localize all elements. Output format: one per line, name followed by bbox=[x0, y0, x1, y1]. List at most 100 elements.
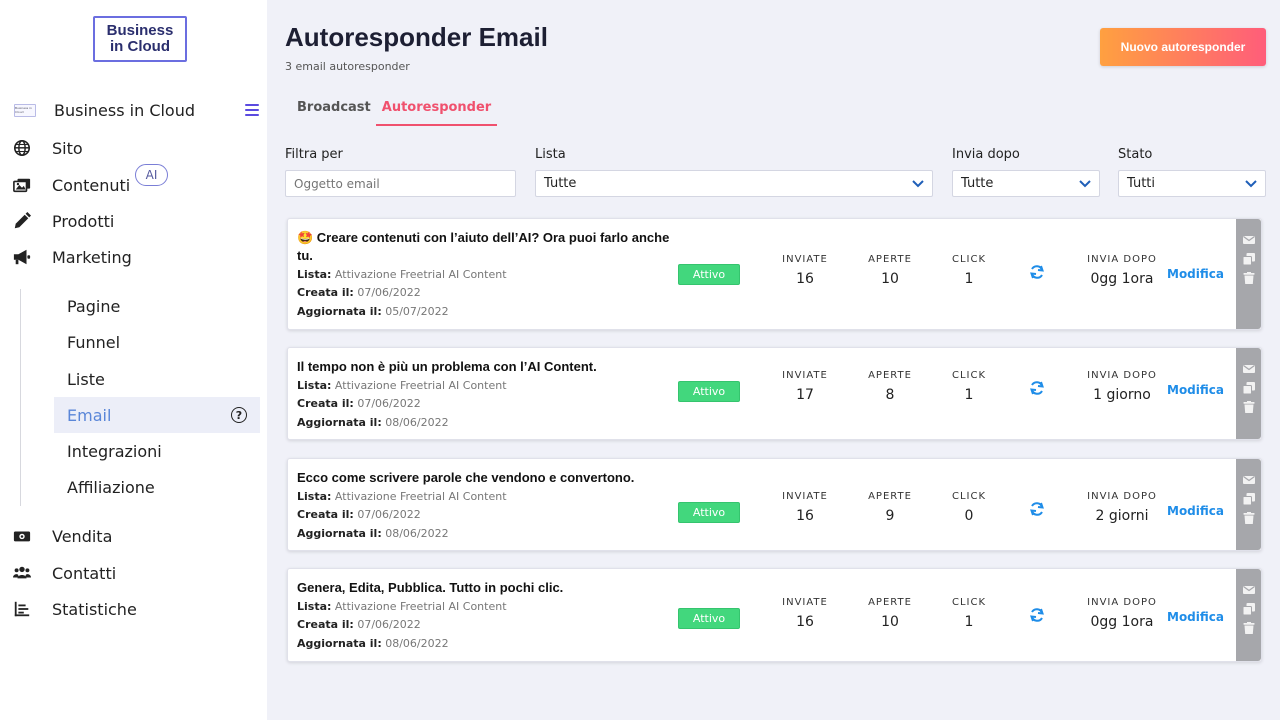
send-after-value: 0gg 1ora bbox=[1090, 271, 1154, 287]
trash-icon[interactable] bbox=[1242, 400, 1255, 413]
status-badge: Attivo bbox=[678, 502, 740, 523]
chevron-down-icon bbox=[1079, 179, 1091, 188]
sidebar-item-vendita[interactable]: Vendita bbox=[12, 522, 262, 550]
send-after-label: INVIA DOPO bbox=[1087, 491, 1157, 502]
sent-stat: INVIATE 16 bbox=[774, 597, 836, 630]
email-created-value: 07/06/2022 bbox=[357, 286, 421, 299]
email-list-row: Lista: Attivazione Freetrial AI Content bbox=[297, 600, 507, 613]
sidebar-item-contatti[interactable]: Contatti bbox=[12, 559, 262, 587]
email-list-value: Attivazione Freetrial AI Content bbox=[334, 379, 507, 392]
trash-icon[interactable] bbox=[1242, 271, 1255, 284]
created-label: Creata il: bbox=[297, 397, 354, 410]
email-created-value: 07/06/2022 bbox=[357, 618, 421, 631]
help-icon[interactable]: ? bbox=[231, 407, 247, 423]
trash-icon[interactable] bbox=[1242, 511, 1255, 524]
email-updated-row: Aggiornata il: 08/06/2022 bbox=[297, 527, 449, 540]
edit-link[interactable]: Modifica bbox=[1167, 504, 1224, 518]
brand-label: Business in Cloud bbox=[54, 100, 196, 120]
edit-link[interactable]: Modifica bbox=[1167, 267, 1224, 281]
sent-label: INVIATE bbox=[782, 370, 828, 381]
new-autoresponder-button[interactable]: Nuovo autoresponder bbox=[1100, 28, 1266, 66]
updated-label: Aggiornata il: bbox=[297, 637, 382, 650]
sidebar-item-marketing[interactable]: Marketing bbox=[12, 243, 262, 271]
tab-autoresponder[interactable]: Autoresponder bbox=[376, 100, 497, 126]
opened-stat: APERTE 9 bbox=[859, 491, 921, 524]
email-list-value: Attivazione Freetrial AI Content bbox=[334, 600, 507, 613]
email-list-value: Attivazione Freetrial AI Content bbox=[334, 268, 507, 281]
chart-icon bbox=[12, 599, 32, 619]
list-filter-label: Lista bbox=[535, 147, 566, 162]
list-label: Lista: bbox=[297, 600, 332, 613]
click-label: CLICK bbox=[951, 254, 987, 265]
sidebar-item-sito[interactable]: Sito bbox=[12, 134, 262, 162]
submenu-item-liste[interactable]: Liste bbox=[54, 361, 260, 397]
updated-label: Aggiornata il: bbox=[297, 305, 382, 318]
pencil-icon bbox=[12, 211, 32, 231]
email-card: Il tempo non è più un problema con l’AI … bbox=[287, 347, 1262, 440]
submenu-divider bbox=[20, 289, 21, 506]
subject-filter-input[interactable] bbox=[285, 170, 516, 197]
click-label: CLICK bbox=[951, 370, 987, 381]
sidebar-item-label: Contenuti bbox=[52, 175, 131, 195]
email-created-row: Creata il: 07/06/2022 bbox=[297, 286, 421, 299]
click-stat: CLICK 1 bbox=[938, 370, 1000, 403]
megaphone-icon bbox=[12, 247, 32, 267]
globe-icon bbox=[12, 138, 32, 158]
hamburger-menu-icon[interactable] bbox=[245, 104, 259, 116]
sidebar-item-statistiche[interactable]: Statistiche bbox=[12, 595, 262, 623]
opened-value: 10 bbox=[881, 271, 899, 287]
send-after-value: 1 giorno bbox=[1093, 387, 1151, 403]
opened-stat: APERTE 8 bbox=[859, 370, 921, 403]
send-after-label: INVIA DOPO bbox=[1087, 597, 1157, 608]
trash-icon[interactable] bbox=[1242, 621, 1255, 634]
email-icon[interactable] bbox=[1242, 583, 1255, 596]
refresh-icon[interactable] bbox=[1029, 607, 1045, 623]
copy-icon[interactable] bbox=[1242, 602, 1255, 615]
submenu-item-affiliazione[interactable]: Affiliazione bbox=[54, 469, 260, 505]
status-select[interactable]: Tutti bbox=[1118, 170, 1266, 197]
send-after-select[interactable]: Tutte bbox=[952, 170, 1100, 197]
sent-value: 16 bbox=[796, 614, 814, 630]
email-icon[interactable] bbox=[1242, 233, 1255, 246]
card-actions bbox=[1236, 459, 1261, 550]
send-after-stat: INVIA DOPO 1 giorno bbox=[1078, 370, 1166, 403]
refresh-icon[interactable] bbox=[1029, 380, 1045, 396]
copy-icon[interactable] bbox=[1242, 252, 1255, 265]
email-title: Genera, Edita, Pubblica. Tutto in pochi … bbox=[297, 580, 564, 595]
copy-icon[interactable] bbox=[1242, 492, 1255, 505]
sent-stat: INVIATE 16 bbox=[774, 491, 836, 524]
brand-row[interactable]: Business in Cloud Business in Cloud bbox=[14, 97, 259, 123]
email-title: 🤩 Creare contenuti con l’aiuto dell’AI? … bbox=[297, 230, 670, 263]
sidebar-item-prodotti[interactable]: Prodotti bbox=[12, 207, 262, 235]
created-label: Creata il: bbox=[297, 508, 354, 521]
click-stat: CLICK 1 bbox=[938, 254, 1000, 287]
email-card: Ecco come scrivere parole che vendono e … bbox=[287, 458, 1262, 551]
opened-value: 8 bbox=[885, 387, 895, 403]
refresh-icon[interactable] bbox=[1029, 264, 1045, 280]
submenu-item-integrazioni[interactable]: Integrazioni bbox=[54, 433, 260, 469]
submenu-item-email[interactable]: Email ? bbox=[54, 397, 260, 433]
email-icon[interactable] bbox=[1242, 362, 1255, 375]
copy-icon[interactable] bbox=[1242, 381, 1255, 394]
users-icon bbox=[12, 563, 32, 583]
list-select[interactable]: Tutte bbox=[535, 170, 933, 197]
tab-broadcast[interactable]: Broadcast bbox=[297, 100, 371, 126]
email-created-row: Creata il: 07/06/2022 bbox=[297, 508, 421, 521]
click-stat: CLICK 0 bbox=[938, 491, 1000, 524]
status-badge: Attivo bbox=[678, 608, 740, 629]
email-icon[interactable] bbox=[1242, 473, 1255, 486]
opened-stat: APERTE 10 bbox=[859, 254, 921, 287]
send-after-select-value: Tutte bbox=[961, 176, 994, 191]
submenu-item-funnel[interactable]: Funnel bbox=[54, 324, 260, 360]
sidebar-item-label: Prodotti bbox=[52, 211, 115, 231]
email-title: Il tempo non è più un problema con l’AI … bbox=[297, 359, 597, 374]
submenu-item-pagine[interactable]: Pagine bbox=[54, 288, 260, 324]
refresh-icon[interactable] bbox=[1029, 501, 1045, 517]
email-list-row: Lista: Attivazione Freetrial AI Content bbox=[297, 268, 507, 281]
status-badge: Attivo bbox=[678, 264, 740, 285]
opened-label: APERTE bbox=[868, 491, 912, 502]
edit-link[interactable]: Modifica bbox=[1167, 383, 1224, 397]
edit-link[interactable]: Modifica bbox=[1167, 610, 1224, 624]
click-value: 0 bbox=[964, 508, 974, 524]
logo[interactable]: Business in Cloud bbox=[93, 16, 187, 62]
